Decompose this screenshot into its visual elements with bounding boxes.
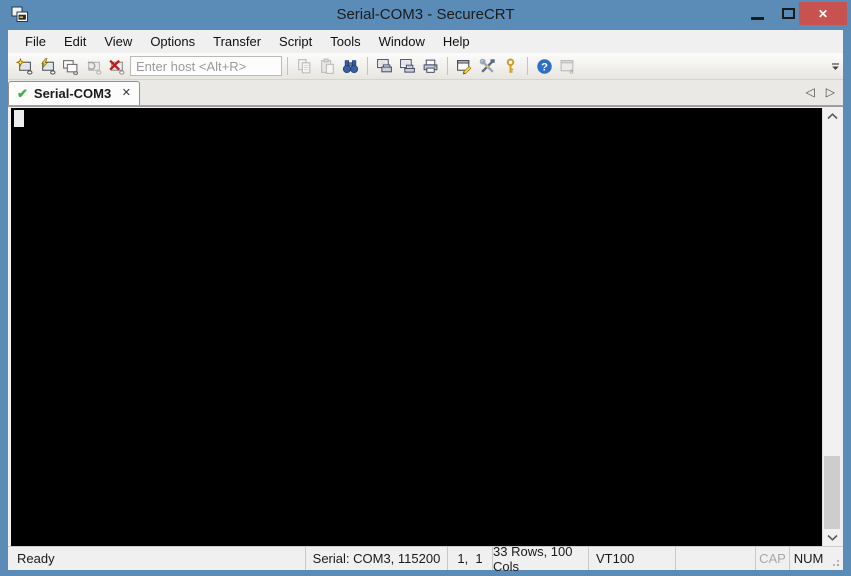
toolbar: ?a bbox=[8, 53, 843, 80]
toolbar-separator bbox=[287, 57, 288, 75]
print-setup-icon bbox=[422, 58, 439, 75]
session-tab-bar: ✔ Serial-COM3 ✕ ◁ ▷ bbox=[8, 80, 843, 106]
status-emulation: VT100 bbox=[588, 547, 675, 570]
tab-scroll-right-icon[interactable]: ▷ bbox=[826, 85, 835, 99]
window-title: Serial-COM3 - SecureCRT bbox=[336, 6, 515, 23]
tab-scroll-controls: ◁ ▷ bbox=[806, 85, 835, 99]
scroll-down-button[interactable] bbox=[823, 529, 841, 546]
find-icon bbox=[342, 58, 359, 75]
reconnect-icon bbox=[85, 58, 102, 75]
status-caps-indicator: CAP bbox=[755, 547, 789, 570]
resize-grip-icon bbox=[833, 560, 839, 566]
chevron-down-icon bbox=[826, 534, 838, 541]
session-options-button[interactable] bbox=[453, 55, 476, 77]
launch-securefx-button[interactable]: a bbox=[556, 55, 579, 77]
copy-icon bbox=[296, 58, 313, 75]
title-bar[interactable]: Serial-COM3 - SecureCRT ✕ bbox=[0, 0, 851, 30]
minimize-button[interactable] bbox=[743, 2, 771, 25]
minimize-icon bbox=[750, 17, 764, 20]
quick-connect-icon bbox=[39, 57, 56, 75]
auto-print-icon bbox=[399, 58, 416, 75]
connect-in-tab-button[interactable] bbox=[59, 55, 82, 77]
maximize-button[interactable] bbox=[774, 2, 802, 25]
global-options-icon bbox=[479, 58, 496, 75]
svg-text:a: a bbox=[569, 66, 574, 75]
status-bar: Ready Serial: COM3, 115200 1, 1 33 Rows,… bbox=[8, 544, 843, 574]
session-options-icon bbox=[456, 58, 473, 75]
menu-transfer[interactable]: Transfer bbox=[204, 30, 270, 53]
menu-script[interactable]: Script bbox=[270, 30, 321, 53]
print-setup-button[interactable] bbox=[419, 55, 442, 77]
status-connection: Serial: COM3, 115200 bbox=[305, 547, 447, 570]
menu-tools[interactable]: Tools bbox=[321, 30, 369, 53]
resize-grip[interactable] bbox=[827, 547, 843, 570]
scrollbar-thumb[interactable] bbox=[824, 456, 840, 529]
toolbar-separator bbox=[527, 57, 528, 75]
menu-file[interactable]: File bbox=[16, 30, 55, 53]
menu-bar: File Edit View Options Transfer Script T… bbox=[8, 30, 843, 53]
menu-view[interactable]: View bbox=[95, 30, 141, 53]
tab-label: Serial-COM3 bbox=[33, 86, 112, 101]
menu-options[interactable]: Options bbox=[141, 30, 204, 53]
connect-icon bbox=[16, 57, 33, 75]
toolbar-separator bbox=[367, 57, 368, 75]
connect-button[interactable] bbox=[13, 55, 36, 77]
terminal-screen[interactable] bbox=[11, 108, 822, 546]
menu-window[interactable]: Window bbox=[370, 30, 434, 53]
status-cursor-position: 1, 1 bbox=[447, 547, 492, 570]
find-button[interactable] bbox=[339, 55, 362, 77]
paste-icon bbox=[319, 58, 336, 75]
connected-check-icon: ✔ bbox=[17, 86, 28, 101]
help-icon: ? bbox=[536, 58, 553, 75]
close-icon: ✕ bbox=[817, 6, 829, 21]
print-icon bbox=[376, 58, 393, 75]
terminal-row bbox=[8, 106, 843, 546]
menu-edit[interactable]: Edit bbox=[55, 30, 95, 53]
maximize-icon bbox=[781, 8, 795, 19]
help-button[interactable]: ? bbox=[533, 55, 556, 77]
paste-button[interactable] bbox=[316, 55, 339, 77]
status-terminal-size: 33 Rows, 100 Cols bbox=[492, 544, 588, 574]
tab-scroll-left-icon[interactable]: ◁ bbox=[806, 85, 815, 99]
status-spare-segment bbox=[675, 547, 755, 570]
toolbar-overflow-button[interactable] bbox=[829, 60, 841, 74]
key-agent-icon bbox=[502, 57, 519, 75]
securecrt-window: { "window": { "title": "Serial-COM3 - Se… bbox=[0, 0, 851, 576]
disconnect-icon bbox=[108, 58, 125, 75]
terminal-cursor bbox=[14, 110, 24, 127]
copy-button[interactable] bbox=[293, 55, 316, 77]
tab-close-icon[interactable]: ✕ bbox=[122, 88, 131, 99]
quick-connect-button[interactable] bbox=[36, 55, 59, 77]
host-input[interactable] bbox=[130, 56, 282, 76]
status-num-indicator: NUM bbox=[789, 547, 827, 570]
chevron-up-icon bbox=[826, 113, 838, 120]
close-button[interactable]: ✕ bbox=[799, 2, 847, 25]
global-options-button[interactable] bbox=[476, 55, 499, 77]
reconnect-button[interactable] bbox=[82, 55, 105, 77]
connect-in-tab-icon bbox=[62, 58, 79, 75]
launch-securefx-icon: a bbox=[559, 58, 576, 75]
auto-print-button[interactable] bbox=[396, 55, 419, 77]
tab-serial-com3[interactable]: ✔ Serial-COM3 ✕ bbox=[8, 81, 140, 105]
print-button[interactable] bbox=[373, 55, 396, 77]
toolbar-separator bbox=[447, 57, 448, 75]
status-ready: Ready bbox=[17, 551, 55, 566]
scroll-up-button[interactable] bbox=[823, 108, 841, 125]
key-agent-button[interactable] bbox=[499, 55, 522, 77]
svg-text:?: ? bbox=[541, 61, 548, 73]
menu-help[interactable]: Help bbox=[434, 30, 479, 53]
disconnect-button[interactable] bbox=[105, 55, 128, 77]
overflow-chevron-icon bbox=[831, 63, 839, 70]
terminal-scrollbar[interactable] bbox=[822, 108, 841, 546]
